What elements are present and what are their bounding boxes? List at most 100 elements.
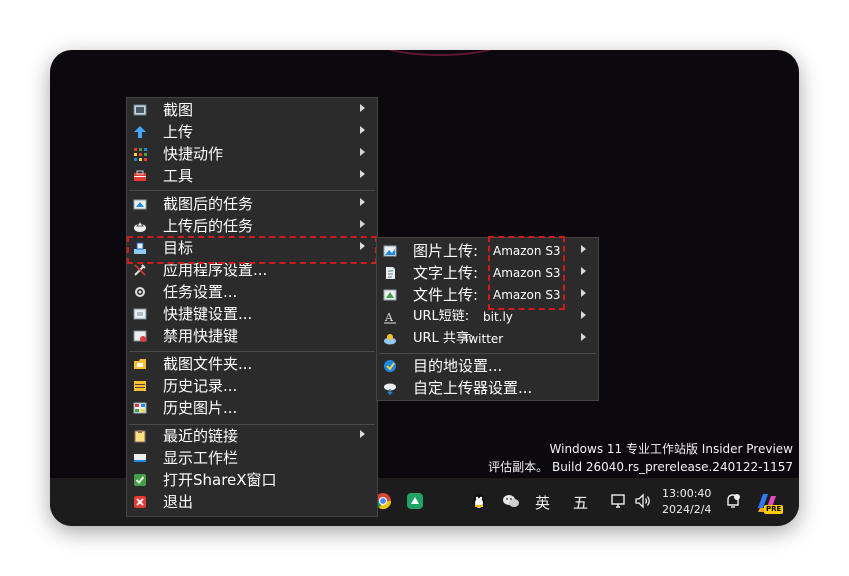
menu-item-label: 截图 <box>163 101 194 119</box>
submenu-item-label: 目的地设置... <box>413 357 503 375</box>
submenu-item-label: 文件上传: <box>413 286 479 304</box>
submenu-item-label: URL短链: <box>413 309 470 324</box>
menu-item-15[interactable]: 显示工作栏 <box>127 447 375 469</box>
folder-icon <box>133 357 147 371</box>
menu-item-2[interactable]: 快捷动作 <box>127 143 375 165</box>
menu-item-label: 工具 <box>163 167 194 185</box>
svg-text:A: A <box>384 311 394 324</box>
submenu-arrow-icon <box>581 311 586 319</box>
menu-item-1[interactable]: 上传 <box>127 121 375 143</box>
submenu-item-value: Twitter <box>463 332 504 346</box>
submenu-arrow-icon <box>581 333 586 341</box>
menu-item-5[interactable]: 上传后的任务 <box>127 215 375 237</box>
submenu-item-label: 图片上传: <box>413 242 479 260</box>
watermark-line1: Windows 11 专业工作站版 Insider Preview <box>549 442 793 456</box>
submenu-item-6[interactable]: 自定上传器设置... <box>377 377 596 399</box>
submenu-item-value: bit.ly <box>483 310 513 324</box>
submenu-arrow-icon <box>360 170 365 178</box>
menu-item-label: 禁用快捷键 <box>163 327 239 345</box>
menu-item-label: 快捷键设置... <box>163 305 253 323</box>
menu-item-label: 快捷动作 <box>163 145 224 163</box>
menu-item-label: 打开ShareX窗口 <box>163 471 277 489</box>
green-app-taskbar-icon[interactable] <box>406 492 424 510</box>
menu-item-13[interactable]: 历史图片... <box>127 397 375 419</box>
submenu-arrow-icon <box>581 267 586 275</box>
menu-item-17[interactable]: 退出 <box>127 491 375 513</box>
upload-arrow-icon <box>133 125 147 139</box>
submenu-arrow-icon <box>581 289 586 297</box>
menu-item-11[interactable]: 截图文件夹... <box>127 353 375 375</box>
menu-item-label: 任务设置... <box>163 283 238 301</box>
menu-item-10[interactable]: 禁用快捷键 <box>127 325 375 347</box>
menu-item-12[interactable]: 历史记录... <box>127 375 375 397</box>
watermark-line2: 评估副本。 Build 26040.rs_prerelease.240122-1… <box>488 460 793 474</box>
menu-item-0[interactable]: 截图 <box>127 99 375 121</box>
after-upload-icon <box>133 219 147 233</box>
menu-item-14[interactable]: 最近的链接 <box>127 425 375 447</box>
history-icon <box>133 379 147 393</box>
sharex-tray-menu: 截图 上传 快捷动作 工具 截图后的任务 上传后的任务 目标 应用程序设置... 任务设置...… <box>126 97 378 517</box>
menu-item-label: 历史记录... <box>163 377 238 395</box>
submenu-arrow-icon <box>360 126 365 134</box>
copilot-icon[interactable]: PRE <box>754 490 784 516</box>
menu-item-label: 最近的链接 <box>163 427 239 445</box>
menu-item-4[interactable]: 截图后的任务 <box>127 193 375 215</box>
submenu-arrow-icon <box>360 220 365 228</box>
grid-dots-icon <box>133 147 147 161</box>
submenu-item-label: 自定上传器设置... <box>413 379 533 397</box>
menu-item-16[interactable]: 打开ShareX窗口 <box>127 469 375 491</box>
menu-item-3[interactable]: 工具 <box>127 165 375 187</box>
ime-mode-indicator[interactable]: 五 <box>573 492 588 513</box>
menu-item-label: 截图后的任务 <box>163 195 254 213</box>
check-icon <box>133 473 147 487</box>
url-shortener-icon: A <box>383 310 397 324</box>
menu-item-label: 上传后的任务 <box>163 217 254 235</box>
menu-item-8[interactable]: 任务设置... <box>127 281 375 303</box>
menu-item-label: 历史图片... <box>163 399 238 417</box>
network-icon[interactable] <box>610 492 628 510</box>
submenu-arrow-icon <box>360 198 365 206</box>
file-upload-icon <box>383 288 397 302</box>
volume-icon[interactable] <box>634 492 652 510</box>
wallpaper-glow <box>370 50 510 56</box>
submenu-arrow-icon <box>360 148 365 156</box>
menu-separator <box>129 190 375 191</box>
after-capture-icon <box>133 197 147 211</box>
menu-item-label: 上传 <box>163 123 194 141</box>
custom-uploader-icon <box>383 381 397 395</box>
screenshot-icon <box>133 103 147 117</box>
submenu-item-label: 文字上传: <box>413 264 479 282</box>
copilot-pre-badge: PRE <box>764 505 784 514</box>
keyboard-disabled-icon <box>133 329 147 343</box>
windows-watermark: Windows 11 专业工作站版 Insider Preview 评估副本。 … <box>488 440 793 476</box>
system-clock[interactable]: 13:00:40 2024/2/4 <box>662 486 711 518</box>
clock-time: 13:00:40 <box>662 487 712 500</box>
qq-penguin-icon[interactable] <box>470 492 488 510</box>
gear-icon <box>133 285 147 299</box>
destination-submenu: 图片上传: Amazon S3 文字上传: Amazon S3 文件上传: Amazon … <box>376 236 599 401</box>
submenu-arrow-icon <box>581 245 586 253</box>
taskbar-icon <box>133 451 147 465</box>
menu-separator <box>129 351 375 352</box>
menu-separator <box>379 353 596 354</box>
ime-language-indicator[interactable]: 英 <box>535 492 550 513</box>
submenu-item-4[interactable]: URL 共享: Twitter <box>377 328 596 350</box>
url-share-icon <box>383 332 397 346</box>
menu-item-9[interactable]: 快捷键设置... <box>127 303 375 325</box>
menu-item-label: 显示工作栏 <box>163 449 239 467</box>
image-history-icon <box>133 401 147 415</box>
submenu-item-5[interactable]: 目的地设置... <box>377 355 596 377</box>
close-icon <box>133 495 147 509</box>
amazon-s3-highlight <box>488 236 565 310</box>
menu-item-label: 退出 <box>163 493 194 511</box>
toolbox-icon <box>133 169 147 183</box>
submenu-arrow-icon <box>360 104 365 112</box>
wrench-icon <box>133 263 147 277</box>
clipboard-icon <box>133 429 147 443</box>
notification-bell-icon[interactable] <box>724 492 742 510</box>
keyboard-icon <box>133 307 147 321</box>
clock-date: 2024/2/4 <box>662 503 712 516</box>
wechat-icon[interactable] <box>502 492 520 510</box>
image-upload-icon <box>383 244 397 258</box>
target-item-highlight <box>127 236 377 264</box>
